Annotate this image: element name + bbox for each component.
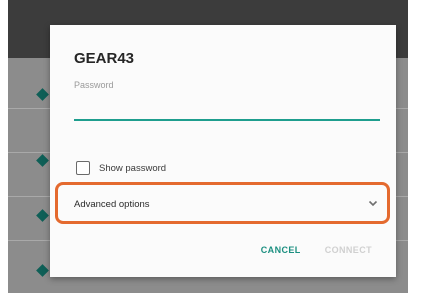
- connect-button[interactable]: CONNECT: [325, 245, 372, 255]
- show-password-toggle[interactable]: Show password: [76, 161, 166, 175]
- show-password-checkbox[interactable]: [76, 161, 90, 175]
- show-password-label: Show password: [99, 162, 167, 174]
- password-input[interactable]: [74, 95, 380, 121]
- dialog-actions: CANCEL CONNECT: [237, 245, 372, 255]
- password-label: Password: [74, 80, 114, 90]
- wifi-signal-icon: [36, 209, 49, 222]
- advanced-options-highlight: [55, 182, 390, 224]
- wifi-signal-icon: [36, 264, 49, 277]
- network-name: GEAR43: [74, 50, 135, 67]
- wifi-signal-icon: [36, 88, 49, 101]
- wifi-connect-dialog: GEAR43 Password Show password Advanced o…: [50, 25, 396, 277]
- cancel-button[interactable]: CANCEL: [261, 245, 301, 255]
- wifi-signal-icon: [36, 154, 49, 167]
